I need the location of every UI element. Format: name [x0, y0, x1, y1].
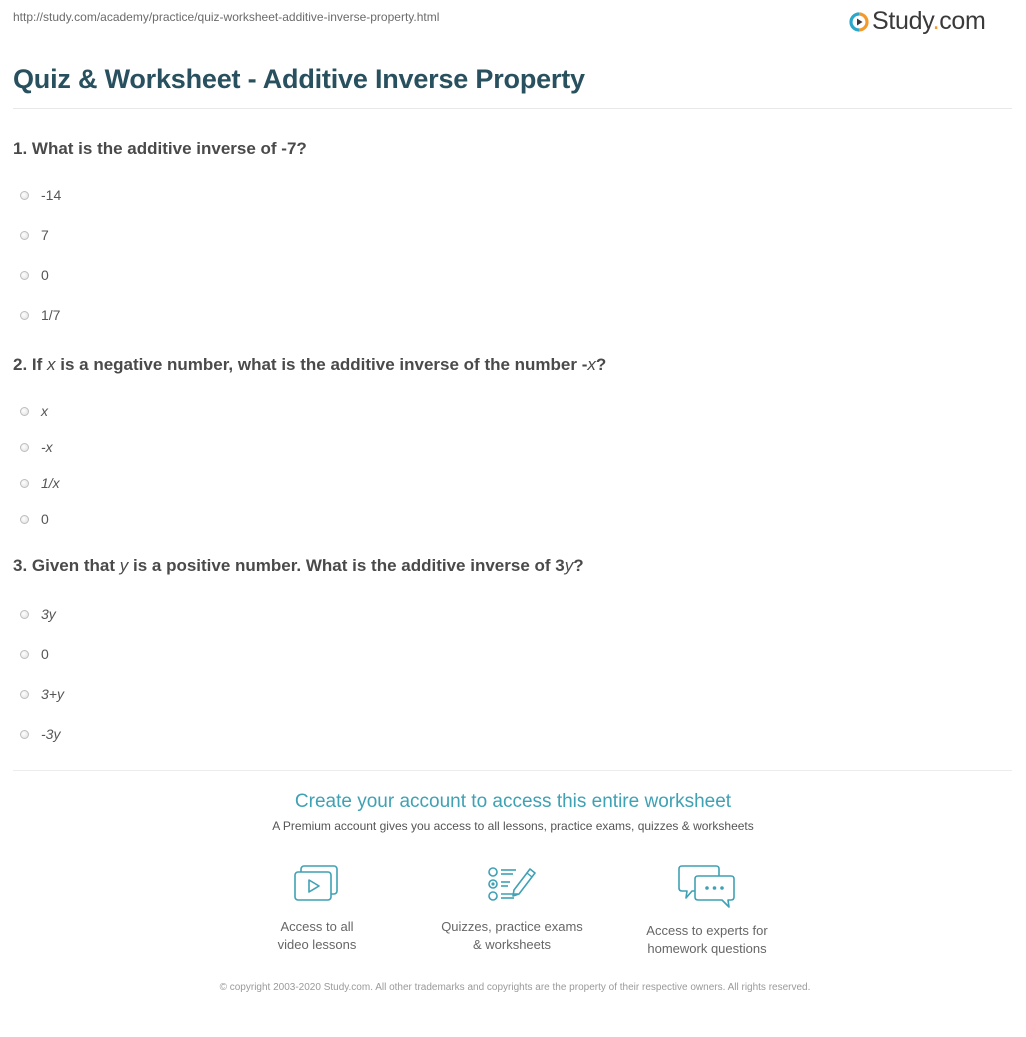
- answer-option[interactable]: x: [20, 403, 48, 419]
- radio-button[interactable]: [20, 442, 29, 452]
- question-text-part: ?: [595, 355, 607, 374]
- answer-option[interactable]: 0: [20, 267, 49, 283]
- answer-option[interactable]: 1/x: [20, 475, 60, 491]
- variable: y: [564, 556, 574, 575]
- answer-option[interactable]: 0: [20, 511, 49, 527]
- question-text-part: is a negative number, what is the additi…: [55, 355, 588, 374]
- feature-experts: Access to experts for homework questions: [607, 864, 807, 958]
- question-number: 3.: [13, 556, 28, 575]
- divider: [13, 108, 1012, 109]
- video-lessons-icon: [294, 865, 338, 901]
- answer-option-label: -3y: [41, 726, 61, 742]
- variable: x: [587, 355, 596, 374]
- question-text-part: is a positive number. What is the additi…: [128, 556, 565, 575]
- page-url: http://study.com/academy/practice/quiz-w…: [13, 10, 440, 24]
- radio-button[interactable]: [20, 514, 29, 524]
- answer-option-label: 1/x: [41, 475, 60, 491]
- question-text: 3. Given that y is a positive number. Wh…: [13, 556, 584, 576]
- answer-option-label: x: [41, 403, 48, 419]
- question-text: 1. What is the additive inverse of -7?: [13, 139, 307, 159]
- radio-button[interactable]: [20, 270, 29, 280]
- answer-option[interactable]: -3y: [20, 726, 60, 742]
- radio-button[interactable]: [20, 310, 29, 320]
- question-text-part: Given that: [27, 556, 120, 575]
- feature-video-lessons: Access to all video lessons: [217, 864, 417, 954]
- quiz-checklist-icon: [488, 867, 536, 901]
- answer-option[interactable]: 0: [20, 646, 49, 662]
- answer-option[interactable]: 1/7: [20, 307, 60, 323]
- study-logo[interactable]: Study.com: [849, 7, 986, 36]
- feature-label: Quizzes, practice exams & worksheets: [441, 919, 583, 952]
- radio-button[interactable]: [20, 689, 29, 699]
- answer-option-label: -14: [41, 187, 62, 203]
- feature-label: Access to all video lessons: [277, 919, 357, 952]
- answer-option[interactable]: 3y: [20, 606, 56, 622]
- answer-option-label: 0: [41, 646, 49, 662]
- variable: x: [47, 355, 56, 374]
- answer-option[interactable]: -x: [20, 439, 53, 455]
- answer-option[interactable]: 7: [20, 227, 49, 243]
- play-circle-icon: [849, 11, 869, 32]
- divider: [13, 770, 1012, 771]
- page-title: Quiz & Worksheet - Additive Inverse Prop…: [13, 64, 585, 94]
- question-text: 2. If x is a negative number, what is th…: [13, 355, 606, 375]
- question-text-part: ?: [573, 556, 584, 575]
- radio-button[interactable]: [20, 478, 29, 488]
- answer-option-label: 3+y: [41, 686, 64, 702]
- question-number: 1.: [13, 139, 28, 158]
- answer-option-label: 1/7: [41, 307, 61, 323]
- feature-quizzes: Quizzes, practice exams & worksheets: [412, 864, 612, 954]
- create-account-link[interactable]: Create your account to access this entir…: [0, 791, 1026, 813]
- feature-label: Access to experts for homework questions: [646, 923, 768, 956]
- answer-option-label: 7: [41, 227, 49, 243]
- logo-wordmark: Study.com: [872, 7, 986, 35]
- question-text-part: What is the additive inverse of -7?: [27, 139, 307, 158]
- question-text-part: If: [27, 355, 48, 374]
- variable: y: [119, 556, 129, 575]
- radio-button[interactable]: [20, 190, 29, 200]
- answer-option[interactable]: 3+y: [20, 686, 64, 702]
- answer-option-label: 3y: [41, 606, 56, 622]
- radio-button[interactable]: [20, 649, 29, 659]
- chat-bubbles-icon: [678, 865, 735, 908]
- radio-button[interactable]: [20, 729, 29, 739]
- answer-option-label: -x: [41, 439, 53, 455]
- radio-button[interactable]: [20, 609, 29, 619]
- answer-option-label: 0: [41, 511, 49, 527]
- copyright-notice: © copyright 2003-2020 Study.com. All oth…: [219, 982, 811, 993]
- radio-button[interactable]: [20, 230, 29, 240]
- question-number: 2.: [13, 355, 28, 374]
- answer-option-label: 0: [41, 267, 49, 283]
- radio-button[interactable]: [20, 406, 29, 416]
- answer-option[interactable]: -14: [20, 187, 61, 203]
- cta-subtitle: A Premium account gives you access to al…: [272, 819, 754, 833]
